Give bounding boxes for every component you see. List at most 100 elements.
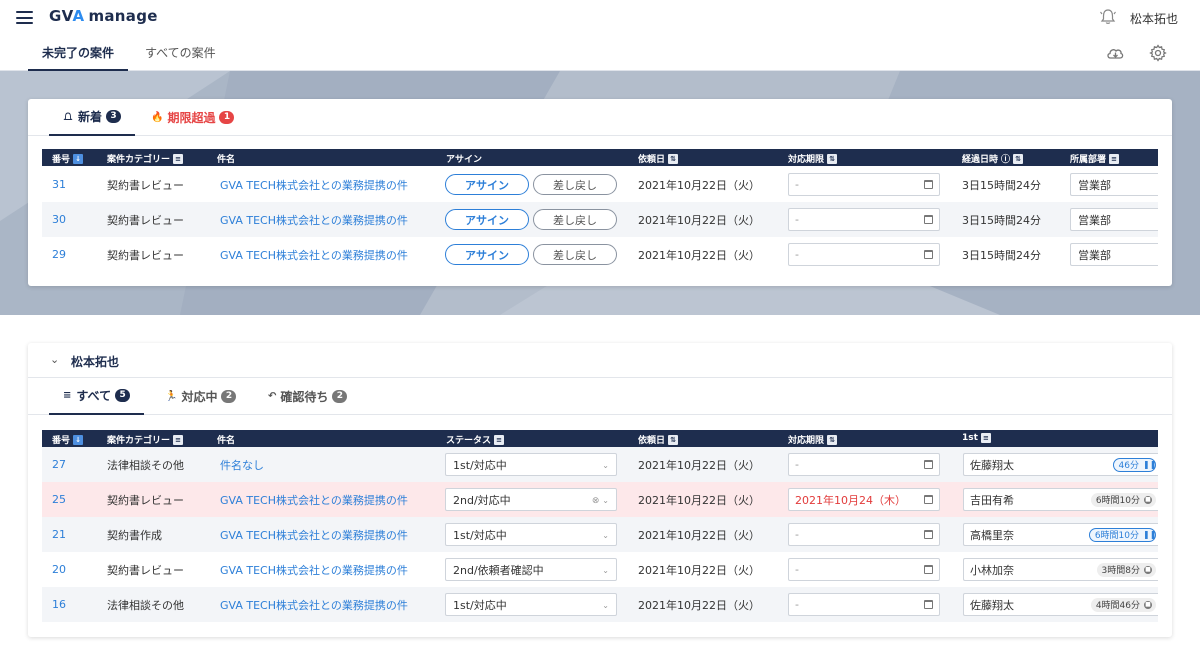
department-select[interactable]: 営業部 xyxy=(1070,173,1158,196)
filter-icon[interactable]: ≡ xyxy=(980,433,991,443)
menu-icon[interactable] xyxy=(16,11,33,24)
case-title-link[interactable]: GVA TECH株式会社との業務提携の件 xyxy=(220,587,408,622)
deadline-date-picker[interactable]: - xyxy=(788,243,940,266)
filter-icon[interactable]: ≡ xyxy=(173,434,184,445)
tab-awaiting-confirmation[interactable]: ↶ 確認待ち 2 xyxy=(268,378,348,415)
status-cell: 1st/対応中 ⌄ xyxy=(445,517,617,552)
tab-new[interactable]: 新着 3 xyxy=(49,99,136,136)
timer-value: 4時間46分 xyxy=(1095,601,1140,611)
chevron-down-icon[interactable]: ⌄ xyxy=(50,353,59,366)
deadline-date-picker[interactable]: - xyxy=(788,208,940,231)
case-title-link[interactable]: GVA TECH株式会社との業務提携の件 xyxy=(220,237,408,272)
assignee-select[interactable]: 高橋里奈 6時間10分 ❚❚ xyxy=(963,523,1158,546)
filter-icon[interactable]: ≡ xyxy=(173,153,184,164)
deadline-date-picker[interactable]: 2021年10月24（木） xyxy=(788,488,940,511)
app-logo[interactable]: GVA manage xyxy=(49,7,158,25)
stop-icon[interactable]: ■ xyxy=(1144,600,1152,609)
logo-gv: GV xyxy=(49,7,73,25)
case-number-link[interactable]: 25 xyxy=(52,482,66,517)
col-deadline[interactable]: 対応期限 ⇅ xyxy=(788,152,838,165)
tab-overdue[interactable]: 🔥 期限超過 1 xyxy=(151,99,235,136)
sort-icon[interactable]: ⇅ xyxy=(827,434,838,445)
case-title-link[interactable]: 件名なし xyxy=(220,447,264,482)
sort-icon[interactable]: ↓ xyxy=(73,434,84,445)
deadline-date-picker[interactable]: - xyxy=(788,453,940,476)
status-select[interactable]: 2nd/依頼者確認中 ⌄ xyxy=(445,558,617,581)
stop-icon[interactable]: ■ xyxy=(1144,495,1152,504)
case-title-link[interactable]: GVA TECH株式会社との業務提携の件 xyxy=(220,167,408,202)
deadline-date-picker[interactable]: - xyxy=(788,593,940,616)
tab-incomplete-cases[interactable]: 未完了の案件 xyxy=(28,44,129,71)
col-request-date[interactable]: 依頼日 ⇅ xyxy=(638,433,679,446)
my-cases-header[interactable]: ⌄ 松本拓也 xyxy=(28,343,1172,378)
return-button[interactable]: 差し戻し xyxy=(533,209,617,230)
bell-icon[interactable] xyxy=(1099,8,1117,26)
return-button[interactable]: 差し戻し xyxy=(533,174,617,195)
sort-icon[interactable]: ⇅ xyxy=(668,153,679,164)
deadline-date-picker[interactable]: - xyxy=(788,523,940,546)
gear-icon[interactable] xyxy=(1148,43,1168,63)
cloud-download-icon[interactable] xyxy=(1105,43,1125,63)
clear-icon[interactable]: ⊗ xyxy=(592,496,602,506)
case-number-link[interactable]: 29 xyxy=(52,237,66,272)
col-deadline[interactable]: 対応期限 ⇅ xyxy=(788,433,838,446)
pause-icon[interactable]: ❚❚ xyxy=(1143,460,1156,469)
stop-icon[interactable]: ■ xyxy=(1144,565,1152,574)
assign-button[interactable]: アサイン xyxy=(445,174,529,195)
deadline-date-picker[interactable]: - xyxy=(788,173,940,196)
case-number-link[interactable]: 21 xyxy=(52,517,66,552)
col-category[interactable]: 案件カテゴリー ≡ xyxy=(107,152,184,165)
pause-icon[interactable]: ❚❚ xyxy=(1143,530,1156,539)
case-number-link[interactable]: 20 xyxy=(52,552,66,587)
case-number-link[interactable]: 27 xyxy=(52,447,66,482)
case-number-link[interactable]: 31 xyxy=(52,167,66,202)
department-select[interactable]: 営業部 xyxy=(1070,243,1158,266)
sort-icon[interactable]: ↓ xyxy=(73,153,84,164)
col-number[interactable]: 番号 ↓ xyxy=(52,152,84,165)
case-title-link[interactable]: GVA TECH株式会社との業務提携の件 xyxy=(220,517,408,552)
case-number-link[interactable]: 16 xyxy=(52,587,66,622)
col-number[interactable]: 番号 ↓ xyxy=(52,433,84,446)
col-first-assignee[interactable]: 1st ≡ xyxy=(962,433,991,443)
deadline-date-picker[interactable]: - xyxy=(788,558,940,581)
bell-small-icon xyxy=(63,112,73,120)
assignee-select[interactable]: 佐藤翔太 46分 ❚❚ xyxy=(963,453,1158,476)
col-request-date[interactable]: 依頼日 ⇅ xyxy=(638,152,679,165)
status-select[interactable]: 1st/対応中 ⌄ xyxy=(445,453,617,476)
col-category[interactable]: 案件カテゴリー ≡ xyxy=(107,433,184,446)
col-status[interactable]: ステータス ≡ xyxy=(446,433,505,446)
return-button[interactable]: 差し戻し xyxy=(533,244,617,265)
status-select[interactable]: 2nd/対応中 ⊗ ⌄ xyxy=(445,488,617,511)
assignee-select[interactable]: 佐藤翔太 4時間46分 ■ xyxy=(963,593,1158,616)
department-select[interactable]: 営業部 xyxy=(1070,208,1158,231)
tab-all[interactable]: ≡ すべて 5 xyxy=(49,378,145,415)
case-number-link[interactable]: 30 xyxy=(52,202,66,237)
case-title-link[interactable]: GVA TECH株式会社との業務提携の件 xyxy=(220,202,408,237)
timer-stopped-badge[interactable]: 4時間46分 ■ xyxy=(1090,597,1156,612)
case-title-link[interactable]: GVA TECH株式会社との業務提携の件 xyxy=(220,552,408,587)
assignee-select[interactable]: 小林加奈 3時間8分 ■ xyxy=(963,558,1158,581)
tab-all-cases[interactable]: すべての案件 xyxy=(145,44,216,71)
case-title-link[interactable]: GVA TECH株式会社との業務提携の件 xyxy=(220,482,408,517)
timer-stopped-badge[interactable]: 3時間8分 ■ xyxy=(1096,562,1156,577)
assign-button[interactable]: アサイン xyxy=(445,244,529,265)
status-select[interactable]: 1st/対応中 ⌄ xyxy=(445,523,617,546)
help-icon[interactable]: ⓘ xyxy=(1001,152,1010,165)
sort-icon[interactable]: ⇅ xyxy=(1013,153,1024,164)
user-name[interactable]: 松本拓也 xyxy=(1130,10,1178,27)
timer-running-badge[interactable]: 6時間10分 ❚❚ xyxy=(1088,527,1156,542)
chevron-down-icon: ⌄ xyxy=(602,461,609,470)
filter-icon[interactable]: ≡ xyxy=(1109,153,1120,164)
timer-running-badge[interactable]: 46分 ❚❚ xyxy=(1112,457,1156,472)
col-elapsed[interactable]: 経過日時 ⓘ ⇅ xyxy=(962,152,1024,165)
tab-in-progress[interactable]: 🏃 対応中 2 xyxy=(165,378,237,415)
status-select[interactable]: 1st/対応中 ⌄ xyxy=(445,593,617,616)
assignee-select[interactable]: 吉田有希 6時間10分 ■ xyxy=(963,488,1158,511)
assign-button[interactable]: アサイン xyxy=(445,209,529,230)
timer-stopped-badge[interactable]: 6時間10分 ■ xyxy=(1090,492,1156,507)
filter-icon[interactable]: ≡ xyxy=(494,434,505,445)
deadline-cell: - xyxy=(788,552,940,587)
sort-icon[interactable]: ⇅ xyxy=(668,434,679,445)
sort-icon[interactable]: ⇅ xyxy=(827,153,838,164)
col-department[interactable]: 所属部署 ≡ xyxy=(1070,152,1120,165)
